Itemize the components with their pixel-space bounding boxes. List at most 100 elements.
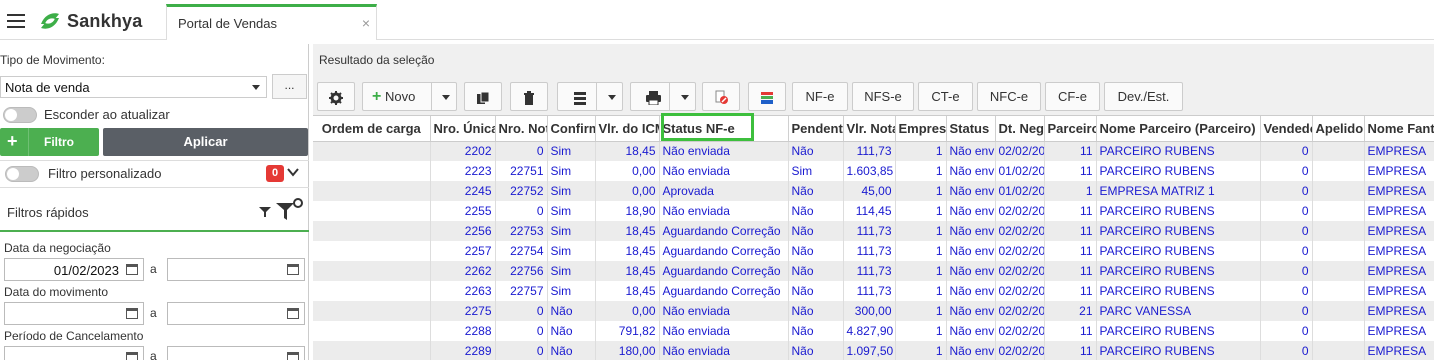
table-cell: 0 [495, 201, 548, 221]
periodo-cancelamento-from[interactable] [4, 346, 144, 360]
column-header[interactable]: Empresa [895, 116, 947, 142]
table-row[interactable]: 2289 0 Não 180,00 Não enviada Não 1.097,50 1 Não… [313, 341, 1434, 360]
settings-button[interactable] [317, 82, 355, 111]
table-cell: 111,73 [843, 261, 896, 281]
chevron-down-icon[interactable] [442, 95, 450, 100]
table-row[interactable]: 2255 0 Sim 18,90 Não enviada Não 114,45 1 Não en… [313, 201, 1434, 221]
menu-icon[interactable] [7, 14, 25, 28]
column-header[interactable]: Vlr. Nota [843, 116, 896, 142]
calendar-icon[interactable] [287, 308, 299, 319]
cte-button[interactable]: CT-e [918, 82, 973, 111]
table-cell: Aguardando Correção [659, 281, 789, 301]
column-header[interactable]: Dt. Neg. [995, 116, 1045, 142]
table-cell [1312, 261, 1365, 281]
dev-est-button[interactable]: Dev./Est. [1104, 82, 1183, 111]
copy-icon [477, 91, 490, 104]
column-header[interactable]: Status NF-e [659, 116, 789, 142]
calendar-icon[interactable] [126, 264, 138, 275]
chevron-down-icon[interactable] [681, 95, 689, 100]
print-button[interactable] [630, 82, 696, 111]
nfce-button[interactable]: NFC-e [977, 82, 1041, 111]
column-header[interactable]: Confirmada [547, 116, 596, 142]
results-title: Resultado da seleção [319, 53, 435, 67]
data-negociacao-to[interactable] [167, 258, 305, 281]
table-row[interactable]: 2245 22752 Sim 0,00 Aprovada Não 45,00 1 Não env… [313, 181, 1434, 201]
table-row[interactable]: 2262 22756 Sim 18,45 Aguardando Correção Não 1… [313, 261, 1434, 281]
table-row[interactable]: 2202 0 Sim 18,45 Não enviada Não 111,73 1 Não en… [313, 141, 1434, 161]
table-cell: Sim [547, 241, 596, 261]
table-cell: 111,73 [843, 221, 896, 241]
more-options-button[interactable]: ... [272, 74, 307, 99]
table-body: 2202 0 Sim 18,45 Não enviada Não 111,73 1 Não en… [313, 141, 1434, 360]
date-value: 01/02/2023 [53, 263, 119, 278]
table-cell: 111,73 [843, 281, 896, 301]
filtro-personalizado-toggle[interactable] [5, 166, 39, 182]
table-row[interactable]: 2288 0 Não 791,82 Não enviada Não 4.827,90 1 Não… [313, 321, 1434, 341]
filter-settings-icon[interactable] [276, 198, 306, 222]
chevron-down-icon[interactable] [287, 166, 299, 178]
nfe-button[interactable]: NF-e [792, 82, 848, 111]
table-cell: Não enviada [946, 321, 996, 341]
tipo-movimento-select[interactable]: Nota de venda [0, 76, 267, 98]
table-row[interactable]: 2257 22754 Sim 18,45 Aguardando Correção Não 1… [313, 241, 1434, 261]
column-header[interactable]: Nro. Nota [495, 116, 548, 142]
column-header[interactable]: Nome Fantasia [1364, 116, 1434, 142]
calendar-icon[interactable] [126, 308, 138, 319]
table-cell: Sim [547, 261, 596, 281]
data-movimento-to[interactable] [167, 302, 305, 325]
close-icon[interactable]: × [362, 15, 370, 31]
nfse-button[interactable]: NFS-e [852, 82, 914, 111]
table-row[interactable]: 2256 22753 Sim 18,45 Aguardando Correção Não 1… [313, 221, 1434, 241]
cfe-button[interactable]: CF-e [1045, 82, 1100, 111]
column-header[interactable]: Nro. Única [430, 116, 496, 142]
table-row[interactable]: 2263 22757 Sim 18,45 Aguardando Correção Não 1… [313, 281, 1434, 301]
novo-button[interactable]: + Novo [362, 82, 457, 111]
table-cell: 0 [1260, 241, 1313, 261]
column-header[interactable]: Vendedor [1260, 116, 1313, 142]
list-menu-button[interactable] [557, 82, 623, 111]
table-cell: 11 [1044, 201, 1097, 221]
calendar-icon[interactable] [126, 352, 138, 360]
table-cell: PARCEIRO RUBENS [1096, 241, 1261, 261]
table-cell: 11 [1044, 161, 1097, 181]
table-cell: Não enviada [659, 161, 789, 181]
column-header[interactable]: Nome Parceiro (Parceiro) [1096, 116, 1261, 142]
table-cell: Não enviada [946, 301, 996, 321]
copy-button[interactable] [464, 82, 502, 111]
table-cell: 18,45 [595, 141, 660, 161]
cancel-doc-button[interactable] [702, 82, 740, 111]
table-cell: 1 [895, 201, 947, 221]
data-movimento-label: Data do movimento [4, 285, 109, 299]
column-header[interactable]: Vlr. do ICMS [595, 116, 660, 142]
filter-icon[interactable] [259, 206, 271, 218]
table-row[interactable]: 2223 22751 Sim 0,00 Não enviada Sim 1.603,85 1 N… [313, 161, 1434, 181]
column-header[interactable]: Pendente [788, 116, 844, 142]
table-cell: 0 [1260, 281, 1313, 301]
table-cell: 22752 [495, 181, 548, 201]
table-cell: 02/02/2023 [995, 321, 1045, 341]
delete-button[interactable] [510, 82, 548, 111]
calendar-icon[interactable] [287, 352, 299, 360]
column-header[interactable]: Apelido [1312, 116, 1365, 142]
data-movimento-from[interactable] [4, 302, 144, 325]
filtro-button[interactable]: + Filtro [0, 128, 99, 156]
table-cell [313, 161, 431, 181]
column-header[interactable]: Status [946, 116, 996, 142]
data-negociacao-from[interactable]: 01/02/2023 [4, 258, 144, 281]
column-header[interactable]: Parceiro [1044, 116, 1097, 142]
tab-portal-de-vendas[interactable]: Portal de Vendas × [166, 4, 377, 40]
table-cell: 2288 [430, 321, 496, 341]
color-bars-button[interactable] [748, 82, 786, 111]
esconder-toggle[interactable] [3, 107, 37, 123]
aplicar-button[interactable]: Aplicar [103, 128, 308, 156]
table-cell: 2262 [430, 261, 496, 281]
calendar-icon[interactable] [287, 264, 299, 275]
table-cell: 1 [895, 281, 947, 301]
table-cell: 45,00 [843, 181, 896, 201]
table-row[interactable]: 2275 0 Não 0,00 Não enviada Não 300,00 1 Não env… [313, 301, 1434, 321]
chevron-down-icon[interactable] [608, 95, 616, 100]
periodo-cancelamento-to[interactable] [167, 346, 305, 360]
divider [0, 187, 309, 188]
gear-icon [329, 90, 343, 105]
column-header[interactable]: Ordem de carga [313, 116, 431, 142]
